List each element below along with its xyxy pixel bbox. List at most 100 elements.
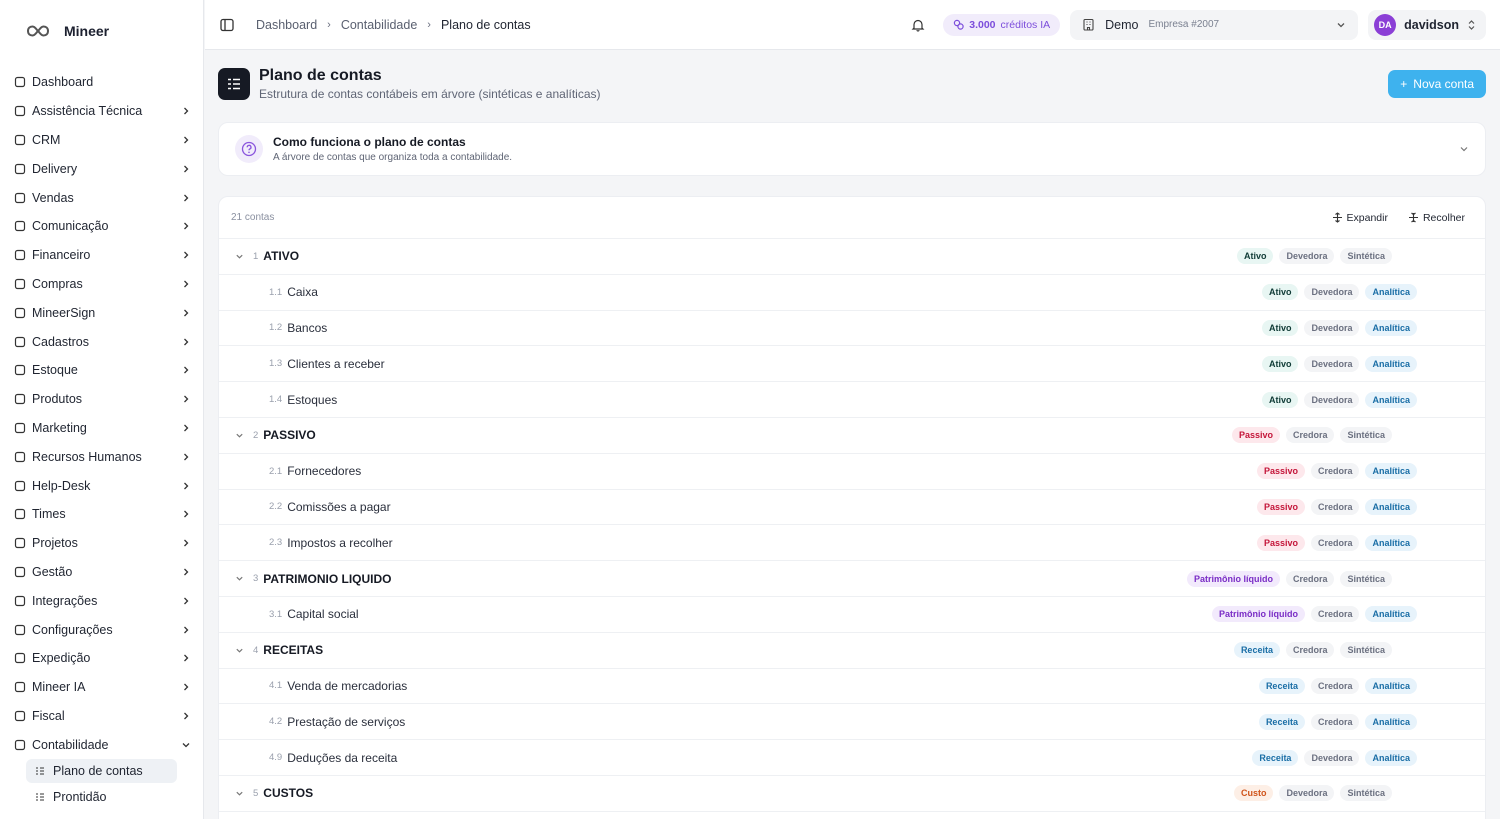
brand[interactable]: Mineer [0, 0, 203, 62]
chevron-right-icon [184, 136, 189, 144]
breadcrumb-current: Plano de contas [440, 17, 531, 32]
chevron-down-icon [1337, 22, 1345, 27]
sidebar-subitem-1[interactable]: Prontidão [26, 785, 177, 809]
breadcrumb-dashboard[interactable]: Dashboard [256, 18, 317, 32]
sidebar-item-configuracoes[interactable]: Configurações [0, 615, 203, 644]
account-code: 2.3 [269, 537, 283, 549]
tree-row[interactable]: 4.1 Venda de mercadorias Receita Credora Ana… [219, 669, 1485, 705]
sidebar-item-compras[interactable]: Compras [0, 270, 203, 299]
account-code: 1.2 [269, 322, 283, 334]
account-kind-badge: Sintética [1340, 642, 1392, 659]
tree-row[interactable]: 2.3 Impostos a recolher Passivo Credora Anal… [219, 525, 1485, 562]
chevron-right-icon [184, 424, 189, 432]
chevron-right-icon [184, 712, 189, 720]
sidebar-subitem-label: Plano de contas [53, 764, 143, 779]
tree-row[interactable]: 2.2 Comissões a pagar Passivo Credora Analít… [219, 490, 1485, 526]
tree-row[interactable]: 4.9 Deduções da receita Receita Devedora Ana… [219, 740, 1485, 776]
sparkle-icon [954, 19, 964, 30]
sidebar-item-contabilidade[interactable]: Contabilidade [0, 730, 203, 759]
tree-group-row[interactable]: 3 PATRIMONIO LIQUIDO Patrimônio líquido Cre… [219, 561, 1485, 597]
expand-all-button[interactable]: Expandir [1332, 212, 1388, 224]
sidebar-item-dashboard[interactable]: Dashboard [0, 68, 203, 97]
tree-group-row[interactable]: 1 ATIVO Ativo Devedora Sintética [219, 239, 1485, 275]
account-code: 3.1 [269, 608, 283, 620]
help-subtitle: A árvore de contas que organiza toda a c… [273, 152, 513, 163]
ai-credits-badge[interactable]: 3.000 créditos IA [943, 13, 1061, 36]
sidebar-toggle-icon[interactable] [220, 18, 234, 32]
sidebar-item-comunicacao[interactable]: Comunicação [0, 212, 203, 241]
account-kind-badge: Sintética [1340, 570, 1392, 587]
sidebar-item-cadastros[interactable]: Cadastros [0, 327, 203, 356]
tree-row[interactable]: 1.1 Caixa Ativo Devedora Analítica [219, 275, 1485, 311]
account-type-badge: Passivo [1256, 498, 1305, 515]
sidebar-item-times[interactable]: Times [0, 500, 203, 529]
collapse-all-label: Recolher [1422, 211, 1465, 224]
sidebar-item-label: CRM [32, 132, 61, 147]
chevron-right-icon [184, 251, 189, 259]
sidebar-item-estoque[interactable]: Estoque [0, 356, 203, 385]
sidebar-subnav: Plano de contas Prontidão [0, 759, 203, 809]
sidebar-item-delivery[interactable]: Delivery [0, 154, 203, 183]
tree-group-row[interactable]: 4 RECEITAS Receita Credora Sintética [219, 633, 1485, 669]
account-type-badge: Passivo [1256, 534, 1305, 551]
tree-group-row[interactable]: 2 PASSIVO Passivo Credora Sintética [219, 418, 1485, 454]
tree-group-row[interactable]: 5 CUSTOS Custo Devedora Sintética [219, 776, 1485, 812]
sidebar-item-fiscal[interactable]: Fiscal [0, 702, 203, 731]
account-name: Deduções da receita [287, 750, 398, 765]
sidebar-item-crm[interactable]: CRM [0, 126, 203, 155]
plus-icon: + [1400, 77, 1408, 91]
help-accordion[interactable]: Como funciona o plano de contas A árvore… [218, 122, 1486, 176]
tree-row[interactable]: 1.4 Estoques Ativo Devedora Analítica [219, 382, 1485, 418]
page-header: Plano de contas Estrutura de contas cont… [218, 67, 1486, 101]
chevron-right-icon [184, 654, 189, 662]
chevron-down-icon[interactable] [235, 431, 244, 440]
breadcrumb: Dashboard › Contabilidade › Plano de con… [256, 18, 531, 32]
sidebar-item-label: Comunicação [32, 219, 109, 234]
sidebar-item-integracoes[interactable]: Integrações [0, 586, 203, 615]
collapse-all-button[interactable]: Recolher [1408, 212, 1465, 224]
tree-row[interactable]: 2.1 Fornecedores Passivo Credora Analítica [219, 454, 1485, 490]
sidebar-item-label: Times [32, 507, 66, 522]
account-code: 4.2 [269, 716, 283, 728]
account-name: Estoques [287, 392, 338, 407]
new-account-button[interactable]: + Nova conta [1388, 70, 1486, 98]
sidebar-item-vendas[interactable]: Vendas [0, 183, 203, 212]
package-icon [13, 364, 26, 377]
account-type-badge: Ativo [1261, 284, 1299, 301]
sidebar-item-expedicao[interactable]: Expedição [0, 644, 203, 673]
user-menu[interactable]: DA davidson [1368, 9, 1486, 40]
tree-row[interactable]: 3.1 Capital social Patrimônio líquido Credo… [219, 597, 1485, 633]
tree-row[interactable]: 1.2 Bancos Ativo Devedora Analítica [219, 311, 1485, 347]
account-type-badge: Receita [1252, 749, 1299, 766]
breadcrumb-contabilidade[interactable]: Contabilidade [341, 18, 417, 32]
sidebar-item-label: Dashboard [32, 75, 94, 90]
chevron-down-icon[interactable] [1459, 144, 1469, 154]
sidebar-item-gestao[interactable]: Gestão [0, 558, 203, 587]
bell-icon[interactable] [911, 18, 925, 32]
chevron-right-icon [184, 453, 189, 461]
sidebar-item-financeiro[interactable]: Financeiro [0, 241, 203, 270]
chevron-down-icon[interactable] [235, 574, 244, 583]
sidebar-item-mineer-ia[interactable]: Mineer IA [0, 673, 203, 702]
chevron-down-icon[interactable] [235, 646, 244, 655]
account-nature-badge: Credora [1310, 463, 1360, 480]
sidebar-subitem-0[interactable]: Plano de contas [26, 759, 177, 784]
account-name: CUSTOS [263, 786, 314, 801]
tree-row[interactable]: 4.2 Prestação de serviços Receita Credora An… [219, 704, 1485, 741]
sidebar-item-recursos-humanos[interactable]: Recursos Humanos [0, 442, 203, 471]
chevron-right-icon [184, 626, 189, 633]
chevron-down-icon[interactable] [235, 789, 244, 798]
chevron-down-icon[interactable] [235, 252, 244, 261]
tree-toolbar: 21 contas Expandir Recolher [219, 197, 1485, 239]
account-name: PASSIVO [263, 428, 316, 443]
sidebar-item-produtos[interactable]: Produtos [0, 385, 203, 414]
sidebar-item-projetos[interactable]: Projetos [0, 529, 203, 558]
account-type-badge: Ativo [1261, 355, 1299, 372]
sidebar-item-marketing[interactable]: Marketing [0, 414, 203, 443]
sidebar-item-help-desk[interactable]: Help-Desk [0, 471, 203, 500]
company-selector[interactable]: Demo Empresa #2007 [1070, 9, 1359, 40]
tree-row[interactable]: 1.3 Clientes a receber Ativo Devedora Analít… [219, 346, 1485, 383]
sidebar-item-mineersign[interactable]: MineerSign [0, 298, 203, 327]
sidebar-item-label: Compras [32, 276, 83, 291]
sidebar-item-assistencia-tecnica[interactable]: Assistência Técnica [0, 97, 203, 126]
